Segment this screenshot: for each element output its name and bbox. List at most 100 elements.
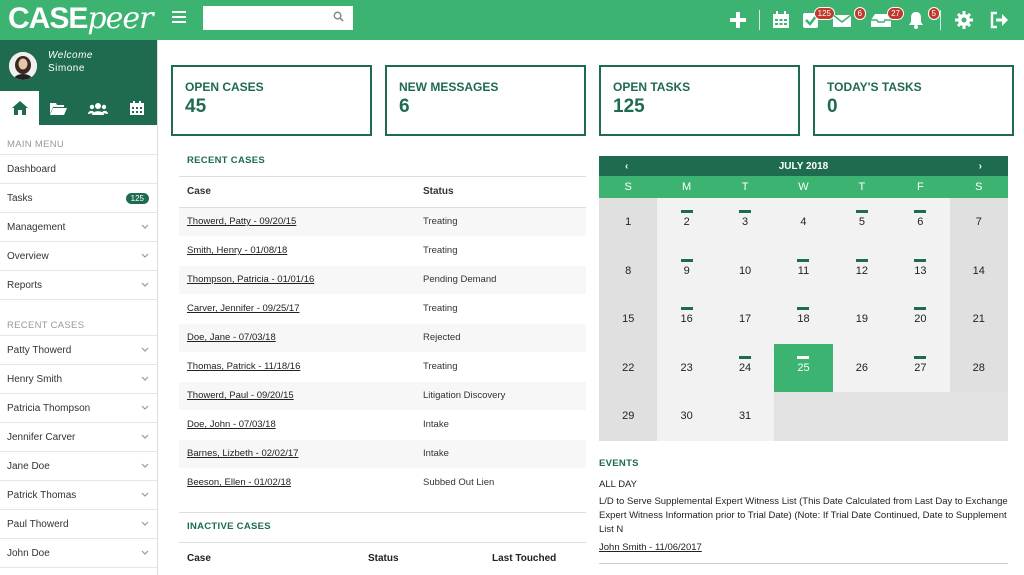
sidebar-recent-case[interactable]: Jane Doe — [0, 452, 157, 481]
case-link[interactable]: Barnes, Lizbeth - 02/02/17 — [187, 448, 298, 459]
calendar-day[interactable]: 23 — [657, 343, 716, 392]
column-header-case[interactable]: Case — [187, 553, 368, 564]
search-box — [203, 6, 353, 30]
event-marker — [680, 258, 693, 262]
case-link[interactable]: Carver, Jennifer - 09/25/17 — [187, 303, 299, 314]
recent-cases-title: RECENT CASES — [7, 320, 85, 331]
case-link[interactable]: Doe, John - 07/03/18 — [187, 419, 276, 430]
tasks-icon[interactable]: 125 — [801, 7, 835, 30]
calendar-day[interactable]: 2 — [657, 198, 716, 247]
event-link[interactable]: John Smith - 11/06/2017 — [599, 542, 702, 553]
bell-icon[interactable]: 5 — [906, 7, 940, 30]
calendar-day[interactable]: 10 — [715, 246, 775, 295]
tab-contacts[interactable] — [79, 91, 118, 125]
sidebar-recent-case[interactable]: Paul Thowerd — [0, 510, 157, 539]
casepeer-logo[interactable]: CASEpeer — [8, 2, 153, 42]
stat-open-cases[interactable]: OPEN CASES 45 — [171, 65, 372, 136]
case-status: Pending Demand — [415, 265, 586, 295]
column-header-status[interactable]: Status — [368, 553, 492, 564]
calendar-day[interactable]: 18 — [774, 295, 833, 344]
sidebar-recent-case[interactable]: Patricia Thompson — [0, 394, 157, 423]
prev-month-button[interactable]: ‹ — [625, 161, 628, 172]
case-link[interactable]: Thowerd, Paul - 09/20/15 — [187, 390, 294, 401]
menu-toggle-icon[interactable] — [172, 11, 186, 24]
calendar-day[interactable]: 30 — [657, 392, 716, 441]
calendar-day[interactable]: 31 — [715, 392, 775, 441]
sidebar-item-dashboard[interactable]: Dashboard — [0, 155, 157, 184]
day-number: 28 — [972, 361, 985, 374]
next-month-button[interactable]: › — [979, 161, 982, 172]
day-number: 6 — [917, 216, 924, 229]
calendar-day[interactable]: 29 — [599, 392, 658, 441]
calendar-day[interactable]: 28 — [949, 343, 1008, 392]
calendar-day[interactable]: 11 — [774, 246, 833, 295]
calendar-day[interactable]: 6 — [891, 198, 950, 247]
sidebar-item-overview[interactable]: Overview — [0, 242, 157, 271]
column-header-last-touched[interactable]: Last Touched — [492, 553, 556, 564]
calendar-day[interactable]: 5 — [832, 198, 892, 247]
calendar-day[interactable]: 4 — [774, 198, 833, 247]
calendar-month-title: JULY 2018 — [778, 160, 829, 172]
calendar-day[interactable]: 26 — [832, 343, 892, 392]
logout-icon[interactable] — [989, 10, 1009, 30]
table-row: Barnes, Lizbeth - 02/02/17 Intake — [179, 439, 586, 469]
search-input[interactable] — [203, 6, 328, 30]
stat-new-messages[interactable]: NEW MESSAGES 6 — [385, 65, 586, 136]
day-number: 27 — [914, 361, 927, 374]
case-link[interactable]: Thomas, Patrick - 11/18/16 — [187, 361, 300, 372]
calendar-icon[interactable] — [771, 10, 791, 30]
tab-calendar[interactable] — [118, 91, 157, 125]
case-status: Litigation Discovery — [415, 381, 586, 411]
sidebar-recent-case[interactable]: Patty Thowerd — [0, 336, 157, 365]
column-header-status[interactable]: Status — [415, 177, 586, 208]
calendar-day[interactable]: 24 — [715, 343, 775, 392]
case-link[interactable]: Beeson, Ellen - 01/02/18 — [187, 477, 291, 488]
sidebar-recent-case[interactable]: John Doe — [0, 539, 157, 568]
day-number: 10 — [738, 264, 752, 277]
calendar-day[interactable]: 27 — [891, 343, 950, 392]
sidebar-item-reports[interactable]: Reports — [0, 271, 157, 300]
avatar[interactable] — [9, 52, 37, 80]
chevron-down-icon — [141, 253, 149, 258]
day-number: 30 — [680, 410, 693, 423]
gear-icon[interactable] — [954, 10, 974, 30]
calendar-day[interactable]: 14 — [949, 246, 1008, 295]
calendar-day[interactable]: 17 — [715, 295, 775, 344]
stat-todays-tasks[interactable]: TODAY'S TASKS 0 — [813, 65, 1014, 136]
messages-icon[interactable]: 6 — [832, 7, 866, 30]
case-link[interactable]: Thowerd, Patty - 09/20/15 — [187, 216, 296, 227]
calendar-day[interactable]: 25 — [774, 343, 833, 392]
stat-value: 45 — [185, 96, 207, 117]
weekday-label: W — [798, 181, 809, 193]
day-number: 25 — [797, 361, 810, 374]
calendar-day[interactable]: 13 — [891, 246, 950, 295]
calendar-day[interactable]: 1 — [599, 198, 658, 247]
calendar-day[interactable]: 9 — [657, 246, 716, 295]
search-icon[interactable] — [333, 11, 344, 22]
calendar-day[interactable]: 22 — [599, 343, 658, 392]
sidebar-recent-case[interactable]: Henry Smith — [0, 365, 157, 394]
stat-open-tasks[interactable]: OPEN TASKS 125 — [599, 65, 800, 136]
calendar-day[interactable]: 8 — [599, 246, 658, 295]
case-link[interactable]: Thompson, Patricia - 01/01/16 — [187, 274, 314, 285]
calendar-day[interactable]: 7 — [949, 198, 1008, 247]
case-link[interactable]: Doe, Jane - 07/03/18 — [187, 332, 276, 343]
calendar-day[interactable]: 21 — [949, 295, 1008, 344]
calendar-day[interactable]: 20 — [891, 295, 950, 344]
sidebar-recent-case[interactable]: Patrick Thomas — [0, 481, 157, 510]
case-link[interactable]: Smith, Henry - 01/08/18 — [187, 245, 287, 256]
sidebar-item-tasks[interactable]: Tasks 125 — [0, 184, 157, 213]
sidebar-recent-case[interactable]: Jennifer Carver — [0, 423, 157, 452]
column-header-case[interactable]: Case — [179, 177, 415, 208]
inbox-icon[interactable]: 27 — [870, 7, 904, 30]
calendar-day[interactable]: 19 — [832, 295, 892, 344]
user-name: Simone — [48, 63, 85, 74]
calendar-day[interactable]: 3 — [715, 198, 775, 247]
calendar-day[interactable]: 12 — [832, 246, 892, 295]
calendar-day[interactable]: 15 — [599, 295, 658, 344]
tab-files[interactable] — [39, 91, 78, 125]
sidebar-item-management[interactable]: Management — [0, 213, 157, 242]
add-icon[interactable] — [728, 10, 748, 30]
calendar-day[interactable]: 16 — [657, 295, 716, 344]
tab-home[interactable] — [0, 91, 40, 125]
